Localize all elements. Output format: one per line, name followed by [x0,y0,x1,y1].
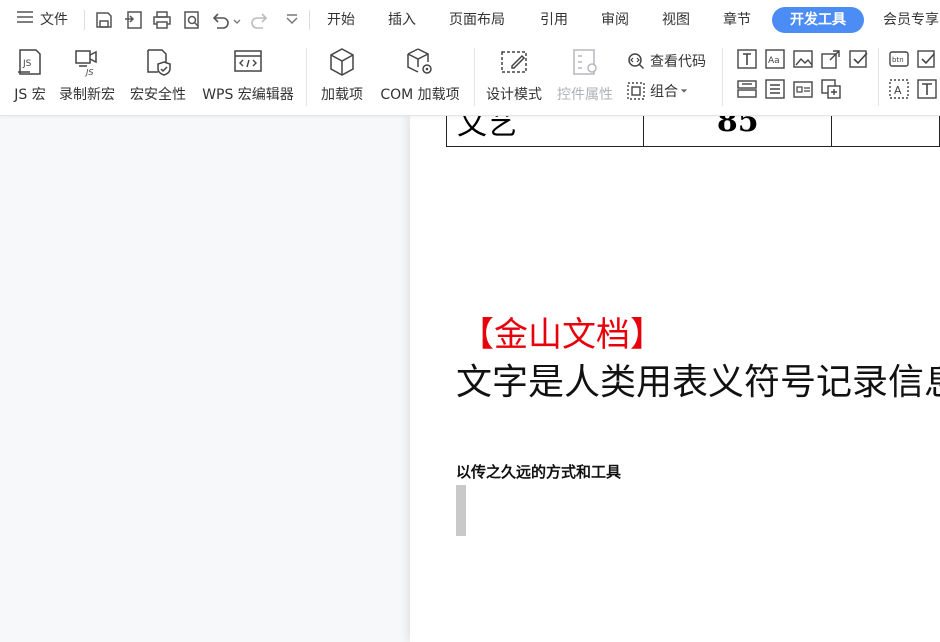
undo-dropdown-icon[interactable] [231,10,243,30]
macro-security-button[interactable]: 宏安全性 [126,46,190,104]
checkbox-form-icon[interactable] [916,48,938,70]
wps-macro-editor-button[interactable]: WPS 宏编辑器 [198,46,298,104]
divider [474,48,475,106]
tab-page-layout[interactable]: 页面布局 [449,8,505,32]
js-macro-button[interactable]: JS JS 宏 [10,46,50,104]
chevron-down-icon [680,83,692,99]
divider [306,48,307,106]
tab-references[interactable]: 引用 [540,8,568,32]
tab-view[interactable]: 视图 [662,8,690,32]
macro-security-icon [142,46,174,78]
text-cursor-selection [456,485,466,536]
undo-icon[interactable] [210,10,230,30]
divider [722,48,723,106]
building-block-control-icon[interactable] [736,78,758,100]
control-properties-button[interactable]: 控件属性 [552,46,618,104]
js-macro-label: JS 宏 [14,87,46,103]
svg-text:Aa: Aa [768,56,780,66]
print-icon[interactable] [152,10,172,30]
save-icon[interactable] [94,10,114,30]
export-pdf-icon[interactable] [124,10,144,30]
hamburger-icon [16,8,34,32]
design-mode-icon [498,46,530,78]
file-menu[interactable]: 文件 [16,8,68,32]
view-code-icon [628,53,645,70]
js-macro-icon: JS [14,46,46,78]
divider [84,10,85,30]
tab-home[interactable]: 开始 [327,8,355,32]
date-control-icon[interactable] [792,78,814,100]
svg-text:A: A [894,84,902,97]
wps-macro-editor-label: WPS 宏编辑器 [202,87,294,103]
textbox-control-icon[interactable] [916,78,938,100]
svg-text:JS: JS [84,68,93,77]
group-label: 组合 [650,84,678,100]
file-menu-label: 文件 [40,12,68,28]
divider [309,10,310,30]
tab-member[interactable]: 会员专享 [883,8,939,32]
record-macro-label: 录制新宏 [59,87,115,103]
control-properties-icon [569,46,601,78]
tab-insert[interactable]: 插入 [388,8,416,32]
repeat-section-control-icon[interactable] [820,78,842,100]
document-heading[interactable]: 【金山文档】 [460,307,664,356]
document-page[interactable]: 文艺 85 【金山文档】 文字是人类用表义符号记录信息 以传之久远的方式和工具 [410,95,940,642]
rich-text-control-icon[interactable]: Aa [764,48,786,70]
macro-editor-icon [232,46,264,78]
design-mode-button[interactable]: 设计模式 [482,46,546,104]
ribbon: 文件 开始 插入 页面布局 引用 审阅 视图 章节 开发工具 会员专享 JS J… [0,0,940,116]
addins-label: 加载项 [321,87,363,103]
view-code-button[interactable]: 查看代码 [626,50,706,72]
tab-review[interactable]: 审阅 [601,8,629,32]
group-icon [627,82,645,100]
cube-icon [326,46,358,78]
print-preview-icon[interactable] [182,10,202,30]
document-sub-text[interactable]: 以传之久远的方式和工具 [456,461,621,482]
cube-gear-icon [404,46,436,78]
label-control-icon[interactable]: A [888,78,910,100]
menu-bar: 文件 开始 插入 页面布局 引用 审阅 视图 章节 开发工具 会员专享 [0,0,940,40]
document-body-text[interactable]: 文字是人类用表义符号记录信息 [456,359,940,407]
button-control-icon[interactable]: btn [888,48,910,70]
combo-box-control-icon[interactable] [820,48,842,70]
tab-section[interactable]: 章节 [723,8,751,32]
design-mode-label: 设计模式 [486,87,542,103]
list-control-icon[interactable] [764,78,786,100]
macro-security-label: 宏安全性 [130,87,186,103]
record-macro-icon: JS [71,46,103,78]
record-macro-button[interactable]: JS 录制新宏 [56,46,118,104]
customize-toolbar-icon[interactable] [282,10,302,30]
text-control-icon[interactable] [736,48,758,70]
divider [878,48,879,106]
tab-developer-tools[interactable]: 开发工具 [772,7,864,33]
control-properties-label: 控件属性 [557,87,613,103]
com-addins-button[interactable]: COM 加载项 [374,46,466,104]
com-addins-label: COM 加载项 [380,87,460,103]
redo-icon[interactable] [250,10,270,30]
checkbox-control-icon[interactable] [848,48,870,70]
addins-button[interactable]: 加载项 [316,46,368,104]
svg-text:JS: JS [22,59,32,69]
group-button[interactable]: 组合 [626,80,692,102]
svg-text:btn: btn [892,56,904,64]
developer-toolbar: JS JS 宏 JS 录制新宏 宏安全性 WPS 宏编辑器 加载项 COM 加载… [0,40,940,112]
picture-control-icon[interactable] [792,48,814,70]
view-code-label: 查看代码 [650,54,706,70]
